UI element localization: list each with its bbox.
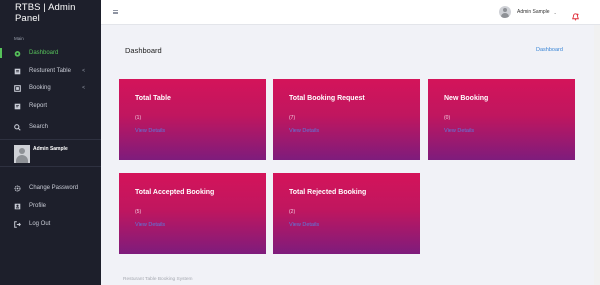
card-title: Total Accepted Booking [135, 189, 215, 196]
section-label-main: Main [14, 36, 24, 41]
sidebar-item-label: Change Password [29, 185, 79, 191]
card-count: (0) [444, 115, 451, 121]
card-new-booking: New Booking (0) View Details [428, 79, 575, 160]
avatar [499, 6, 511, 18]
sidebar-item-resturent-table[interactable]: Resturent Table < [0, 64, 101, 78]
chevron-down-icon: ⌄ [553, 9, 557, 15]
booking-icon [14, 84, 21, 92]
card-title: Total Table [135, 95, 171, 102]
card-total-accepted-booking: Total Accepted Booking (5) View Details [119, 173, 266, 254]
card-count: (2) [289, 209, 296, 215]
bell-icon[interactable] [572, 8, 579, 21]
card-total-rejected-booking: Total Rejected Booking (2) View Details [273, 173, 420, 254]
sidebar-item-label: Dashboard [29, 50, 59, 56]
view-details-link[interactable]: View Details [135, 222, 165, 228]
view-details-link[interactable]: View Details [289, 222, 319, 228]
sidebar-item-log-out[interactable]: Log Out [0, 217, 101, 231]
card-count: (7) [289, 115, 296, 121]
sidebar-user: Admin Sample [0, 139, 101, 167]
sidebar-user-name: Admin Sample [33, 146, 68, 152]
logout-icon [14, 220, 21, 228]
hamburger-icon[interactable] [113, 10, 118, 14]
topbar-user-menu[interactable]: Admin Sample ⌄ [499, 6, 557, 18]
card-total-table: Total Table (1) View Details [119, 79, 266, 160]
page-title: Dashboard [125, 46, 162, 55]
card-count: (1) [135, 115, 142, 121]
card-total-booking-request: Total Booking Request (7) View Details [273, 79, 420, 160]
card-title: Total Booking Request [289, 95, 365, 102]
sidebar-item-search[interactable]: Search [0, 120, 101, 134]
sidebar-item-change-password[interactable]: Change Password [0, 181, 101, 195]
chevron-left-icon: < [82, 85, 85, 91]
sidebar-item-label: Search [29, 124, 49, 130]
sidebar-item-label: Log Out [29, 221, 51, 227]
topbar: Admin Sample ⌄ [101, 0, 600, 25]
report-icon [14, 103, 21, 110]
dashboard-icon [14, 50, 21, 57]
sidebar-item-label: Resturent Table [29, 68, 71, 74]
breadcrumb[interactable]: Dashboard [536, 47, 563, 53]
footer-text: Resturant Table Booking System [123, 277, 193, 282]
sidebar-item-profile[interactable]: Profile [0, 199, 101, 213]
sidebar: RTBS | Admin Panel Main Dashboard Restur… [0, 0, 101, 285]
sidebar-item-dashboard[interactable]: Dashboard [0, 46, 101, 60]
chevron-left-icon: < [82, 68, 85, 74]
sidebar-item-report[interactable]: Report [0, 99, 101, 113]
topbar-user-name: Admin Sample [517, 9, 550, 15]
sidebar-item-label: Profile [29, 203, 47, 209]
card-title: Total Rejected Booking [289, 189, 367, 196]
gear-icon [14, 184, 21, 192]
view-details-link[interactable]: View Details [289, 128, 319, 134]
card-count: (5) [135, 209, 142, 215]
brand-title[interactable]: RTBS | Admin Panel [0, 0, 101, 25]
sidebar-item-booking[interactable]: Booking < [0, 81, 101, 95]
card-title: New Booking [444, 95, 489, 102]
view-details-link[interactable]: View Details [135, 128, 165, 134]
table-icon [14, 68, 21, 75]
search-icon [14, 123, 21, 131]
sidebar-item-label: Report [29, 103, 48, 109]
sidebar-item-label: Booking [29, 85, 51, 91]
avatar [14, 145, 30, 163]
view-details-link[interactable]: View Details [444, 128, 474, 134]
profile-icon [14, 203, 21, 210]
scrollbar[interactable] [594, 25, 600, 285]
